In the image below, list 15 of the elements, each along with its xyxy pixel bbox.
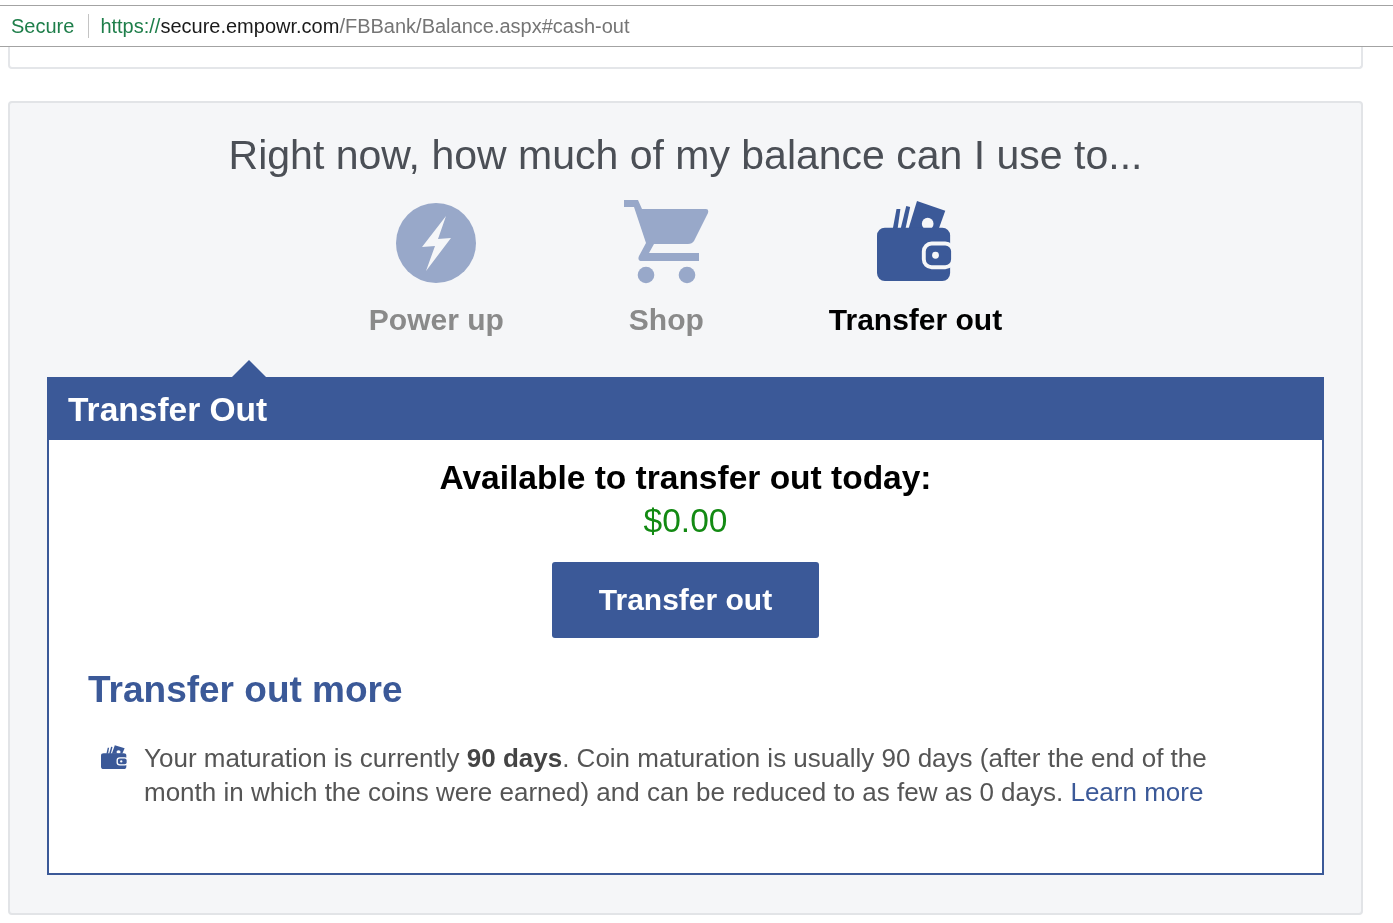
wallet-icon bbox=[101, 745, 128, 769]
available-amount: $0.00 bbox=[643, 501, 728, 541]
secure-label: Secure bbox=[11, 14, 90, 38]
available-label: Available to transfer out today: bbox=[439, 458, 932, 498]
transfer-out-button[interactable]: Transfer out bbox=[551, 562, 820, 638]
learn-more-link[interactable]: Learn more bbox=[1070, 777, 1204, 807]
url-field[interactable]: https://secure.empowr.com/FBBank/Balance.aspx#cash-out bbox=[100, 14, 630, 38]
balance-question-heading: Right now, how much of my balance can I use to... bbox=[227, 131, 1144, 179]
option-tab[interactable]: Transfer out bbox=[828, 200, 1003, 338]
shopping-cart-icon bbox=[623, 200, 709, 284]
section-heading: Transfer out more bbox=[88, 668, 403, 712]
wallet-icon bbox=[876, 200, 955, 281]
lightning-bolt-icon bbox=[396, 203, 477, 283]
panel-title: Transfer Out bbox=[68, 390, 268, 429]
maturation-note: Your maturation is currently 90 days. Coin maturation is usually 90 days (after the end of the month in which the coins were earned) and can be reduced to as few as 0 days. Learn more bbox=[144, 742, 1208, 809]
